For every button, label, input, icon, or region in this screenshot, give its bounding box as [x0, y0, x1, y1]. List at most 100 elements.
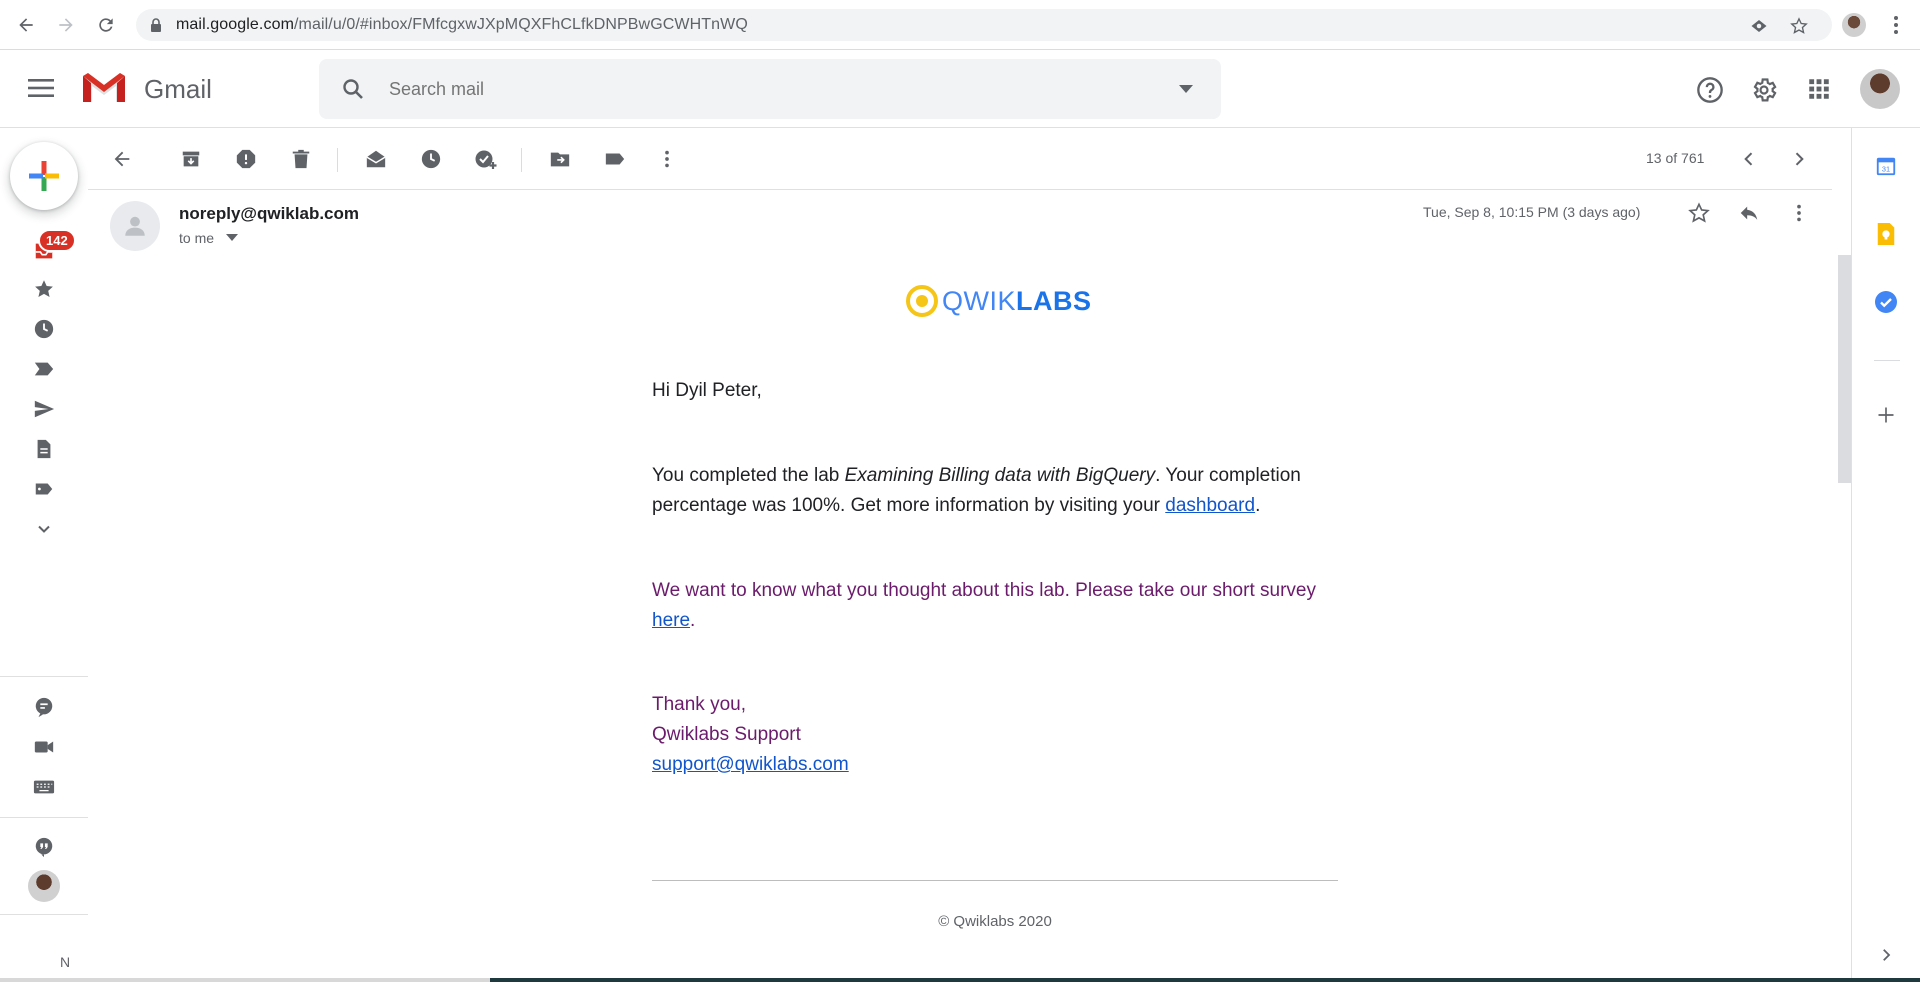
- more-chevron-down-icon[interactable]: [32, 517, 56, 541]
- forward-arrow-icon[interactable]: [54, 13, 78, 37]
- star-message-icon[interactable]: [1687, 201, 1711, 225]
- show-details-caret-icon[interactable]: [226, 234, 238, 241]
- message-date: Tue, Sep 8, 10:15 PM (3 days ago): [1423, 204, 1641, 220]
- lock-icon: [150, 18, 162, 32]
- left-navigation-rail: 142 N: [0, 128, 88, 982]
- browser-profile-avatar[interactable]: [1842, 13, 1866, 37]
- archive-icon[interactable]: [179, 147, 203, 171]
- delete-trash-icon[interactable]: [289, 147, 313, 171]
- p1-end: .: [1255, 495, 1261, 516]
- toolbar-separator: [521, 148, 522, 172]
- meet-video-icon[interactable]: [32, 735, 56, 759]
- tasks-icon[interactable]: [1874, 290, 1898, 314]
- back-to-inbox-arrow-icon[interactable]: [110, 147, 134, 171]
- compose-button[interactable]: [10, 142, 78, 210]
- pagination-count: 13 of 761: [1646, 150, 1705, 166]
- inbox-unread-badge: 142: [38, 229, 76, 252]
- hangouts-icon[interactable]: [32, 835, 56, 859]
- move-to-icon[interactable]: [548, 147, 572, 171]
- email-footer: © Qwiklabs 2020: [938, 913, 1052, 930]
- calendar-icon[interactable]: 31: [1874, 154, 1898, 178]
- starred-icon[interactable]: [32, 277, 56, 301]
- hangouts-user-avatar[interactable]: [28, 870, 60, 902]
- gmail-wordmark: Gmail: [144, 74, 212, 104]
- dashboard-link[interactable]: dashboard: [1165, 495, 1255, 516]
- labels-icon[interactable]: [603, 147, 627, 171]
- account-avatar[interactable]: [1860, 69, 1900, 109]
- bookmark-star-icon[interactable]: [1790, 17, 1808, 35]
- qwiklabs-logo-mark-icon: [906, 285, 938, 317]
- search-input[interactable]: [389, 72, 1149, 106]
- side-panel: 31: [1851, 128, 1920, 982]
- help-icon[interactable]: [1696, 76, 1724, 104]
- back-arrow-icon[interactable]: [14, 13, 38, 37]
- completion-paragraph: You completed the lab Examining Billing …: [652, 461, 1338, 521]
- report-spam-icon[interactable]: [234, 147, 258, 171]
- rail-hint-letter: N: [60, 954, 71, 970]
- mark-unread-icon[interactable]: [364, 147, 388, 171]
- drafts-icon[interactable]: [32, 437, 56, 461]
- gmail-header: Gmail: [0, 50, 1920, 128]
- p2-text: We want to know what you thought about t…: [652, 580, 1316, 601]
- url-text: mail.google.com/mail/u/0/#inbox/FMfcgxwJ…: [176, 16, 748, 34]
- survey-paragraph: We want to know what you thought about t…: [652, 576, 1338, 636]
- p2-end: .: [690, 610, 696, 631]
- support-email-link[interactable]: support@qwiklabs.com: [652, 754, 849, 775]
- browser-toolbar: mail.google.com/mail/u/0/#inbox/FMfcgxwJ…: [0, 0, 1920, 50]
- search-bar[interactable]: [319, 59, 1221, 119]
- add-to-tasks-icon[interactable]: [474, 147, 498, 171]
- address-bar[interactable]: mail.google.com/mail/u/0/#inbox/FMfcgxwJ…: [136, 9, 1832, 41]
- important-icon[interactable]: [32, 357, 56, 381]
- message-more-options-icon[interactable]: [1787, 201, 1811, 225]
- wordmark-part-2: LABS: [1016, 285, 1092, 316]
- apps-grid-icon[interactable]: [1806, 76, 1832, 102]
- toolbar-separator: [337, 148, 338, 172]
- wordmark-part-1: QWIK: [942, 285, 1016, 316]
- main-menu-icon[interactable]: [28, 77, 54, 99]
- reload-icon[interactable]: [94, 13, 118, 37]
- qwiklabs-wordmark: QWIKLABS: [942, 286, 1092, 317]
- url-host: mail.google.com: [176, 16, 294, 33]
- snooze-clock-icon[interactable]: [419, 147, 443, 171]
- label-icon[interactable]: [32, 477, 56, 501]
- message-scrollbar[interactable]: [1838, 255, 1851, 483]
- greeting: Hi Dyil Peter,: [652, 380, 762, 401]
- keep-icon[interactable]: [1874, 222, 1898, 246]
- newer-chevron-left-icon[interactable]: [1737, 147, 1761, 171]
- gmail-logo-icon[interactable]: [80, 70, 128, 106]
- taskbar-edge: [0, 978, 1920, 982]
- url-path: /mail/u/0/#inbox/FMfcgxwJXpMQXFhCLfkDNPB…: [294, 16, 748, 33]
- lab-name: Examining Billing data with BigQuery: [844, 465, 1156, 486]
- rail-divider: [0, 676, 88, 677]
- survey-link[interactable]: here: [652, 610, 690, 631]
- sent-icon[interactable]: [32, 397, 56, 421]
- p1-text-a: You completed the lab: [652, 465, 845, 486]
- signature: Qwiklabs Support: [652, 724, 801, 745]
- taskbar-edge-highlight: [0, 978, 490, 982]
- reply-icon[interactable]: [1737, 201, 1761, 225]
- keyboard-icon[interactable]: [32, 775, 56, 799]
- older-chevron-right-icon[interactable]: [1787, 147, 1811, 171]
- recipient-label: to me: [179, 230, 215, 246]
- qwiklabs-logo: QWIKLABS: [906, 285, 1092, 317]
- cast-eye-icon[interactable]: [1750, 17, 1768, 35]
- chat-icon[interactable]: [32, 695, 56, 719]
- sender-avatar: [110, 201, 160, 251]
- get-addons-plus-icon[interactable]: [1874, 403, 1898, 427]
- svg-text:31: 31: [1882, 165, 1890, 174]
- settings-gear-icon[interactable]: [1750, 76, 1778, 104]
- compose-plus-icon: [29, 161, 59, 191]
- search-options-caret-icon[interactable]: [1179, 85, 1193, 93]
- footer-divider: [652, 880, 1338, 881]
- support-email-line: support@qwiklabs.com: [652, 750, 1338, 780]
- side-panel-divider: [1874, 360, 1900, 361]
- show-side-panel-chevron-icon[interactable]: [1874, 943, 1898, 967]
- message-toolbar: 13 of 761: [88, 128, 1832, 190]
- search-icon[interactable]: [341, 77, 365, 101]
- message-header: noreply@qwiklab.com to me Tue, Sep 8, 10…: [88, 190, 1832, 260]
- rail-divider: [0, 914, 88, 915]
- more-options-icon[interactable]: [655, 147, 679, 171]
- snoozed-clock-icon[interactable]: [32, 317, 56, 341]
- browser-menu-icon[interactable]: [1884, 13, 1908, 37]
- sender-address[interactable]: noreply@qwiklab.com: [179, 204, 359, 224]
